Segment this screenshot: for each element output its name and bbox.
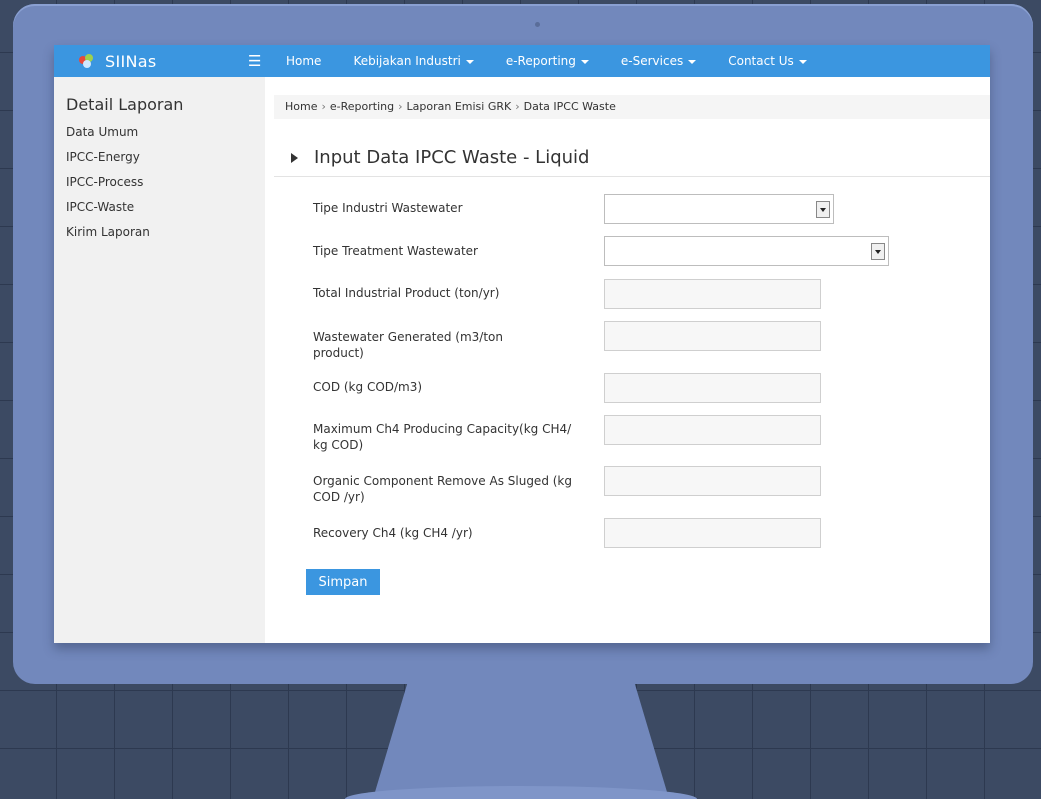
breadcrumb-data-ipcc-waste: Data IPCC Waste	[523, 100, 616, 113]
camera-dot	[535, 22, 540, 27]
sidebar: Detail Laporan Data Umum IPCC-Energy IPC…	[54, 77, 265, 643]
screen: SIINas ☰ Home Kebijakan Industri e-Repor…	[54, 45, 990, 643]
page-title: Input Data IPCC Waste - Liquid	[291, 147, 589, 168]
wastewater-generated-input[interactable]	[604, 321, 821, 351]
breadcrumb-separator: ›	[398, 100, 403, 113]
sidebar-item-ipcc-energy[interactable]: IPCC-Energy	[66, 150, 140, 164]
dropdown-arrow-icon	[871, 243, 885, 260]
caret-down-icon	[465, 59, 474, 64]
simpan-button[interactable]: Simpan	[306, 569, 380, 595]
total-industrial-product-input[interactable]	[604, 279, 821, 309]
maximum-ch4-capacity-input[interactable]	[604, 415, 821, 445]
sidebar-item-data-umum[interactable]: Data Umum	[66, 125, 138, 139]
label-cod: COD (kg COD/m3)	[313, 380, 423, 394]
navbar: SIINas ☰ Home Kebijakan Industri e-Repor…	[54, 45, 990, 77]
organic-component-remove-input[interactable]	[604, 466, 821, 496]
sidebar-title: Detail Laporan	[66, 95, 184, 114]
caret-down-icon	[688, 59, 697, 64]
breadcrumb: Home › e-Reporting › Laporan Emisi GRK › Data …	[274, 95, 990, 119]
brand-name: SIINas	[105, 51, 157, 71]
breadcrumb-e-reporting[interactable]: e-Reporting	[330, 100, 394, 113]
divider	[274, 176, 990, 177]
nav-label: Kebijakan Industri	[353, 54, 461, 68]
nav-item-kebijakan-industri[interactable]: Kebijakan Industri	[353, 54, 474, 68]
label-tipe-industri-wastewater: Tipe Industri Wastewater	[313, 201, 463, 215]
breadcrumb-laporan-emisi-grk[interactable]: Laporan Emisi GRK	[407, 100, 512, 113]
hamburger-icon[interactable]: ☰	[248, 52, 268, 70]
nav-label: e-Services	[620, 54, 684, 68]
label-tipe-treatment-wastewater: Tipe Treatment Wastewater	[313, 244, 478, 258]
nav-item-e-reporting[interactable]: e-Reporting	[506, 54, 589, 68]
label-wastewater-generated: Wastewater Generated (m3/ton product)	[313, 330, 503, 360]
page-title-text: Input Data IPCC Waste - Liquid	[314, 147, 590, 168]
brand[interactable]: SIINas	[54, 45, 248, 77]
label-maximum-ch4-capacity: Maximum Ch4 Producing Capacity(kg CH4/ k…	[313, 422, 572, 452]
brand-logo-icon	[79, 54, 93, 68]
label-recovery-ch4: Recovery Ch4 (kg CH4 /yr)	[313, 526, 473, 540]
caret-down-icon	[580, 59, 589, 64]
cod-input[interactable]	[604, 373, 821, 403]
nav-label: Contact Us	[728, 54, 794, 68]
tipe-industri-wastewater-select[interactable]	[604, 194, 834, 224]
label-total-industrial-product: Total Industrial Product (ton/yr)	[313, 286, 500, 300]
dropdown-arrow-icon	[816, 201, 830, 218]
monitor-stand	[375, 684, 667, 792]
recovery-ch4-input[interactable]	[604, 518, 821, 548]
sidebar-item-ipcc-process[interactable]: IPCC-Process	[66, 175, 143, 189]
nav-label: Home	[286, 54, 322, 68]
nav-item-home[interactable]: Home	[286, 54, 321, 68]
breadcrumb-home[interactable]: Home	[285, 100, 317, 113]
label-organic-component-remove: Organic Component Remove As Sluged (kg C…	[313, 474, 572, 504]
tipe-treatment-wastewater-select[interactable]	[604, 236, 889, 266]
nav-item-e-services[interactable]: e-Services	[620, 54, 697, 68]
sidebar-item-ipcc-waste[interactable]: IPCC-Waste	[66, 200, 134, 214]
nav-label: e-Reporting	[505, 54, 576, 68]
caret-down-icon	[798, 59, 807, 64]
nav-item-contact-us[interactable]: Contact Us	[728, 54, 807, 68]
triangle-right-icon	[291, 152, 298, 163]
breadcrumb-separator: ›	[515, 100, 520, 113]
breadcrumb-separator: ›	[321, 100, 326, 113]
sidebar-item-kirim-laporan[interactable]: Kirim Laporan	[66, 225, 150, 239]
